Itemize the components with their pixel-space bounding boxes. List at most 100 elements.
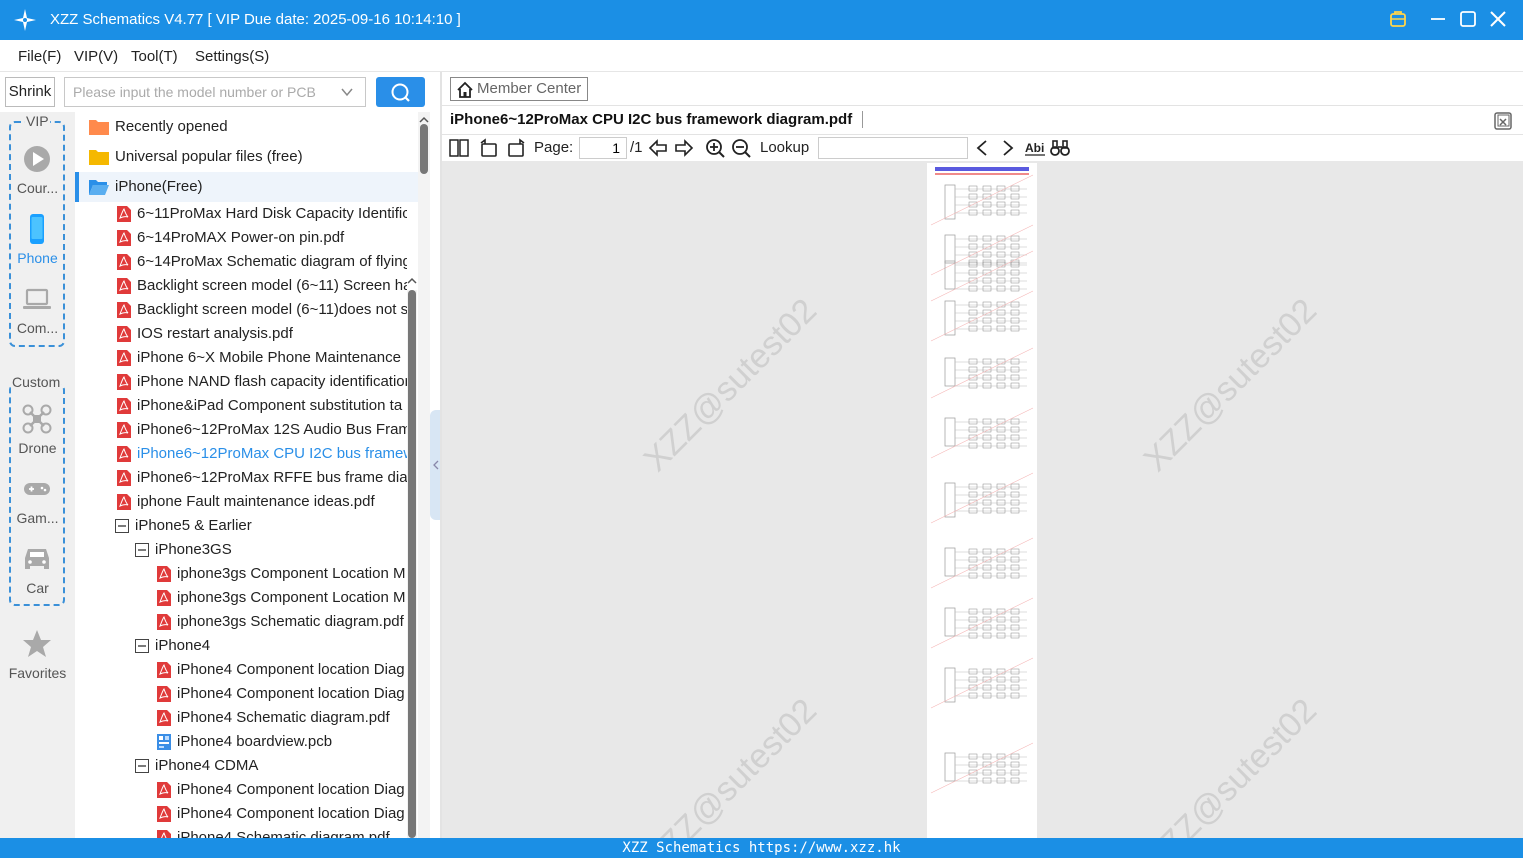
tree-scrollbar-inner[interactable] xyxy=(407,277,417,838)
tree-file-row[interactable]: 6~11ProMax Hard Disk Capacity Identifica… xyxy=(117,202,407,226)
find-next-icon[interactable] xyxy=(998,138,1018,158)
app-logo-icon xyxy=(14,9,36,31)
popular-files[interactable]: Universal popular files (free) xyxy=(75,142,420,172)
folder-icon xyxy=(89,150,109,165)
tree-file-row[interactable]: iphone3gs Component Location M xyxy=(157,586,407,610)
maximize-icon[interactable] xyxy=(1457,8,1479,30)
category-game[interactable]: Gam... xyxy=(0,474,75,544)
tree-file-row[interactable]: iPhone&iPad Component substitution ta xyxy=(117,394,407,418)
match-case-icon[interactable]: Abi xyxy=(1024,138,1046,158)
tree-item-label: iPhone NAND flash capacity identificatio… xyxy=(137,373,407,390)
category-favorites[interactable]: Favorites xyxy=(0,629,75,699)
zoom-in-icon[interactable] xyxy=(705,138,725,158)
zoom-out-icon[interactable] xyxy=(731,138,751,158)
status-bar: XZZ Schematics https://www.xzz.hk xyxy=(0,838,1523,858)
tree-file-row[interactable]: Backlight screen model (6~11) Screen has xyxy=(117,274,407,298)
tree-file-row[interactable]: iPhone4 Component location Diag xyxy=(157,778,407,802)
pdf-file-icon xyxy=(117,230,131,246)
tree-file-row[interactable]: iPhone6~12ProMax RFFE bus frame diag xyxy=(117,466,407,490)
tree-file-row[interactable]: iphone3gs Component Location M xyxy=(157,562,407,586)
menu-tool[interactable]: Tool(T) xyxy=(131,48,178,65)
tree-item-label: 6~11ProMax Hard Disk Capacity Identifica… xyxy=(137,205,407,222)
tree-file-row[interactable]: 6~14ProMAX Power-on pin.pdf xyxy=(117,226,407,250)
vip-bag-icon[interactable] xyxy=(1387,8,1409,30)
shrink-button[interactable]: Shrink xyxy=(5,77,55,107)
minimize-icon[interactable] xyxy=(1427,8,1449,30)
close-tab-icon[interactable] xyxy=(1493,111,1513,131)
tree-item-label: iPhone6~12ProMax 12S Audio Bus Fram xyxy=(137,421,407,438)
tree-scrollbar-outer[interactable] xyxy=(418,112,430,838)
tree-item-label: iPhone4 Component location Diag xyxy=(177,661,405,678)
pdf-file-icon xyxy=(117,422,131,438)
iphone-free-folder[interactable]: iPhone(Free) xyxy=(75,172,420,202)
category-courses[interactable]: Cour... xyxy=(0,144,75,214)
tree-item-label: 6~14ProMAX Power-on pin.pdf xyxy=(137,229,345,246)
tree-file-row[interactable]: iPhone4 Schematic diagram.pdf xyxy=(157,706,407,730)
collapse-panel-tab[interactable] xyxy=(430,410,440,520)
tree-folder-row[interactable]: iPhone4 xyxy=(135,634,407,658)
tree-file-row[interactable]: Backlight screen model (6~11)does not s xyxy=(117,298,407,322)
chevron-down-icon[interactable] xyxy=(340,85,354,99)
tree-file-row[interactable]: iPhone6~12ProMax 12S Audio Bus Fram xyxy=(117,418,407,442)
member-center-button[interactable]: Member Center xyxy=(450,77,588,101)
tree-file-row[interactable]: iphone Fault maintenance ideas.pdf xyxy=(117,490,407,514)
svg-text:Abi: Abi xyxy=(1025,141,1044,155)
next-page-icon[interactable] xyxy=(674,138,694,158)
two-page-view-icon[interactable] xyxy=(449,138,469,158)
recently-opened[interactable]: Recently opened xyxy=(75,112,420,142)
file-tree: Recently opened Universal popular files … xyxy=(75,112,420,838)
category-label: Car xyxy=(26,580,49,596)
menu-settings[interactable]: Settings(S) xyxy=(195,48,269,65)
page-number-input[interactable] xyxy=(579,137,627,159)
rotate-left-icon[interactable] xyxy=(479,138,499,158)
tree-item-label: iphone Fault maintenance ideas.pdf xyxy=(137,493,375,510)
open-folder-icon xyxy=(89,180,109,195)
tree-file-row[interactable]: iphone3gs Schematic diagram.pdf xyxy=(157,610,407,634)
document-panel: Member Center iPhone6~12ProMax CPU I2C b… xyxy=(442,72,1523,838)
rotate-right-icon[interactable] xyxy=(506,138,526,158)
category-car[interactable]: Car xyxy=(0,544,75,614)
tree-file-row[interactable]: iPhone4 Component location Diag xyxy=(157,658,407,682)
tree-folder-row[interactable]: iPhone4 CDMA xyxy=(135,754,407,778)
binoculars-icon[interactable] xyxy=(1050,138,1070,158)
tree-file-row[interactable]: 6~14ProMax Schematic diagram of flying xyxy=(117,250,407,274)
collapse-folder-icon[interactable] xyxy=(115,519,129,533)
tree-file-row[interactable]: iPhone6~12ProMax CPU I2C bus framew xyxy=(117,442,407,466)
tree-file-row[interactable]: iPhone NAND flash capacity identificatio… xyxy=(117,370,407,394)
search-button[interactable] xyxy=(376,77,425,107)
find-previous-icon[interactable] xyxy=(972,138,992,158)
pdf-file-icon xyxy=(117,374,131,390)
scroll-up-icon[interactable] xyxy=(407,276,417,286)
pdf-file-icon xyxy=(157,614,171,630)
tree-folder-row[interactable]: iPhone3GS xyxy=(135,538,407,562)
menu-file[interactable]: File(F) xyxy=(18,48,61,65)
scroll-thumb[interactable] xyxy=(420,124,428,174)
document-tab[interactable]: iPhone6~12ProMax CPU I2C bus framework d… xyxy=(450,111,864,128)
tree-item-label: iPhone4 Component location Diag xyxy=(177,685,405,702)
close-icon[interactable] xyxy=(1487,8,1509,30)
pdf-toolbar: Page: /1 Lookup Abi xyxy=(442,135,1523,161)
category-drone[interactable]: Drone xyxy=(0,404,75,474)
search-input[interactable] xyxy=(64,77,366,107)
tree-file-row[interactable]: iPhone 6~X Mobile Phone Maintenance xyxy=(117,346,407,370)
collapse-folder-icon[interactable] xyxy=(135,639,149,653)
tree-file-row[interactable]: IOS restart analysis.pdf xyxy=(117,322,407,346)
menu-vip[interactable]: VIP(V) xyxy=(74,48,118,65)
drone-icon xyxy=(22,404,52,434)
collapse-folder-icon[interactable] xyxy=(135,543,149,557)
category-computer[interactable]: Com... xyxy=(0,284,75,354)
tree-item-label: iphone3gs Component Location M xyxy=(177,565,406,582)
previous-page-icon[interactable] xyxy=(648,138,668,158)
tree-file-row[interactable]: iPhone4 Component location Diag xyxy=(157,682,407,706)
pdf-viewer[interactable]: XZZ@sutest02 XZZ@sutest02 XZZ@sutest02 X… xyxy=(442,161,1523,838)
phone-icon xyxy=(30,214,44,244)
tree-item-label: iPhone4 Component location Diag xyxy=(177,805,405,822)
category-phone[interactable]: Phone xyxy=(0,214,75,284)
tree-file-row[interactable]: iPhone4 Component location Diag xyxy=(157,802,407,826)
tree-file-row[interactable]: iPhone4 boardview.pcb xyxy=(157,730,407,754)
tree-file-row[interactable]: iPhone4 Schematic diagram.pdf xyxy=(157,826,407,838)
tree-folder-row[interactable]: iPhone5 & Earlier xyxy=(115,514,407,538)
collapse-folder-icon[interactable] xyxy=(135,759,149,773)
lookup-input[interactable] xyxy=(818,137,968,159)
scroll-thumb[interactable] xyxy=(408,290,416,838)
